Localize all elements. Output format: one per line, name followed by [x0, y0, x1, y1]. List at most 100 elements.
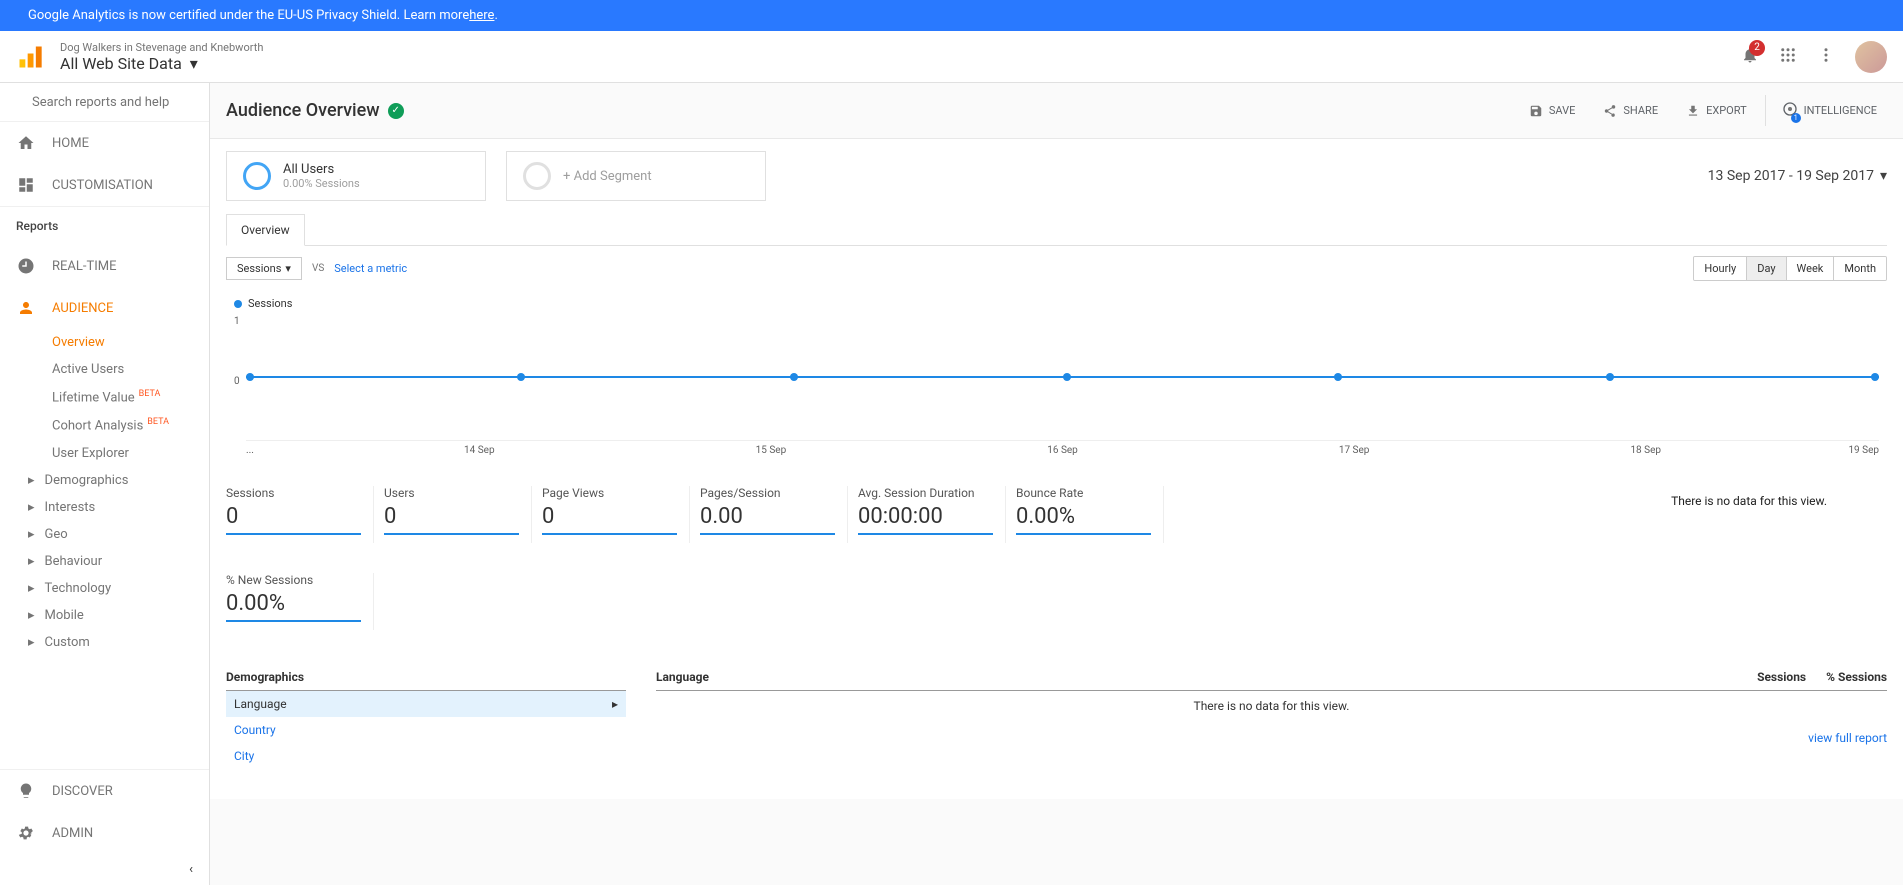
home-icon [17, 134, 35, 152]
subnav-behaviour[interactable]: ▸Behaviour [0, 548, 209, 575]
view-full-report-link[interactable]: view full report [656, 731, 1887, 745]
chevron-down-icon: ▾ [190, 54, 198, 73]
chart-line [246, 376, 1879, 378]
notifications-button[interactable]: 2 [1741, 46, 1759, 68]
notif-badge: 2 [1749, 40, 1765, 56]
chart-legend: Sessions [234, 297, 1879, 310]
metric-card[interactable]: Users0 [384, 486, 532, 543]
segment-circle-icon [523, 162, 551, 190]
time-week[interactable]: Week [1787, 257, 1835, 280]
chevron-right-icon: ▸ [28, 581, 35, 596]
gear-icon [17, 824, 35, 842]
chevron-right-icon: ▸ [612, 697, 618, 711]
chevron-right-icon: ▸ [28, 500, 35, 515]
share-icon [1603, 104, 1617, 118]
sessions-chart: 1 0 ...14 Sep15 Sep16 Sep17 Sep18 Sep19 … [234, 316, 1879, 456]
segment-circle-icon [243, 162, 271, 190]
user-avatar[interactable] [1855, 41, 1887, 73]
demographics-panel: Demographics Language▸CountryCity [226, 670, 626, 769]
metric-card[interactable]: Page Views0 [542, 486, 690, 543]
analytics-logo-icon[interactable] [16, 43, 44, 71]
metric-card[interactable]: % New Sessions 0.00% [226, 573, 374, 630]
subnav-geo[interactable]: ▸Geo [0, 521, 209, 548]
banner-link[interactable]: here [469, 8, 494, 23]
nav-customisation[interactable]: CUSTOMISATION [0, 164, 209, 206]
chevron-right-icon: ▸ [28, 527, 35, 542]
apps-icon [1779, 46, 1797, 64]
search-box[interactable] [0, 83, 209, 122]
apps-button[interactable] [1779, 46, 1797, 68]
demo-row[interactable]: City [226, 743, 626, 769]
subnav-custom[interactable]: ▸Custom [0, 629, 209, 656]
metric-selector[interactable]: Sessions▾ [226, 257, 302, 280]
collapse-sidebar-button[interactable]: ‹ [0, 854, 209, 885]
subnav-active-users[interactable]: Active Users [52, 356, 209, 383]
nav-discover[interactable]: DISCOVER [0, 770, 209, 812]
metric-card[interactable]: Bounce Rate0.00% [1016, 486, 1164, 543]
clock-icon [17, 257, 35, 275]
dashboard-icon [17, 176, 35, 194]
person-icon [17, 299, 35, 317]
verified-icon: ✓ [388, 103, 404, 119]
time-day[interactable]: Day [1747, 257, 1786, 280]
nav-audience[interactable]: AUDIENCE [0, 287, 209, 329]
subnav-explorer[interactable]: User Explorer [52, 440, 209, 467]
page-title: Audience Overview [226, 100, 380, 121]
chevron-down-icon: ▾ [1880, 168, 1887, 184]
demo-row[interactable]: Country [226, 717, 626, 743]
segment-all-users[interactable]: All Users 0.00% Sessions [226, 151, 486, 201]
metric-card[interactable]: Pages/Session0.00 [700, 486, 848, 543]
data-table: Language Sessions % Sessions There is no… [656, 670, 1887, 769]
table-empty: There is no data for this view. [656, 691, 1887, 721]
banner-text: Google Analytics is now certified under … [28, 8, 469, 23]
subnav-overview[interactable]: Overview [52, 329, 209, 356]
time-hourly[interactable]: Hourly [1694, 257, 1747, 280]
sidebar: HOME CUSTOMISATION Reports REAL-TIME AUD… [0, 83, 210, 885]
time-month[interactable]: Month [1834, 257, 1886, 280]
intelligence-button[interactable]: INTELLIGENCE [1765, 95, 1887, 126]
chevron-left-icon: ‹ [189, 862, 193, 877]
tab-overview[interactable]: Overview [226, 214, 305, 246]
chevron-right-icon: ▸ [28, 473, 35, 488]
metric-card[interactable]: Sessions0 [226, 486, 374, 543]
nodata-message: There is no data for this view. [1671, 486, 1887, 543]
view-name: All Web Site Data [60, 54, 182, 73]
property-selector[interactable]: Dog Walkers in Stevenage and Knebworth A… [60, 41, 1741, 73]
date-range-picker[interactable]: 13 Sep 2017 - 19 Sep 2017 ▾ [1708, 168, 1887, 184]
demo-row[interactable]: Language▸ [226, 691, 626, 717]
export-icon [1686, 104, 1700, 118]
chevron-right-icon: ▸ [28, 635, 35, 650]
subnav-interests[interactable]: ▸Interests [0, 494, 209, 521]
subnav-mobile[interactable]: ▸Mobile [0, 602, 209, 629]
bulb-icon [17, 782, 35, 800]
tab-strip: Overview [226, 213, 1887, 246]
select-metric-link[interactable]: Select a metric [334, 262, 407, 275]
reports-label: Reports [0, 206, 209, 245]
nav-home[interactable]: HOME [0, 122, 209, 164]
subnav-demographics[interactable]: ▸Demographics [0, 467, 209, 494]
search-input[interactable] [32, 95, 198, 110]
intelligence-icon [1782, 101, 1798, 117]
app-bar: Dog Walkers in Stevenage and Knebworth A… [0, 31, 1903, 83]
export-button[interactable]: EXPORT [1676, 95, 1757, 126]
main-content: Audience Overview ✓ SAVE SHARE EXPORT IN… [210, 83, 1903, 885]
add-segment-button[interactable]: + Add Segment [506, 151, 766, 201]
property-name: Dog Walkers in Stevenage and Knebworth [60, 41, 1741, 54]
save-icon [1529, 104, 1543, 118]
subnav-cohort[interactable]: Cohort AnalysisBETA [52, 411, 209, 439]
chevron-down-icon: ▾ [285, 262, 291, 275]
more-button[interactable] [1817, 46, 1835, 68]
chevron-right-icon: ▸ [28, 554, 35, 569]
subnav-technology[interactable]: ▸Technology [0, 575, 209, 602]
share-button[interactable]: SHARE [1593, 95, 1668, 126]
time-granularity: Hourly Day Week Month [1693, 256, 1887, 281]
nav-admin[interactable]: ADMIN [0, 812, 209, 854]
subnav-lifetime[interactable]: Lifetime ValueBETA [52, 383, 209, 411]
legend-dot-icon [234, 300, 242, 308]
nav-realtime[interactable]: REAL-TIME [0, 245, 209, 287]
chevron-right-icon: ▸ [28, 608, 35, 623]
more-vert-icon [1817, 46, 1835, 64]
save-button[interactable]: SAVE [1519, 95, 1586, 126]
metric-card[interactable]: Avg. Session Duration00:00:00 [858, 486, 1006, 543]
privacy-banner: Google Analytics is now certified under … [0, 0, 1903, 31]
